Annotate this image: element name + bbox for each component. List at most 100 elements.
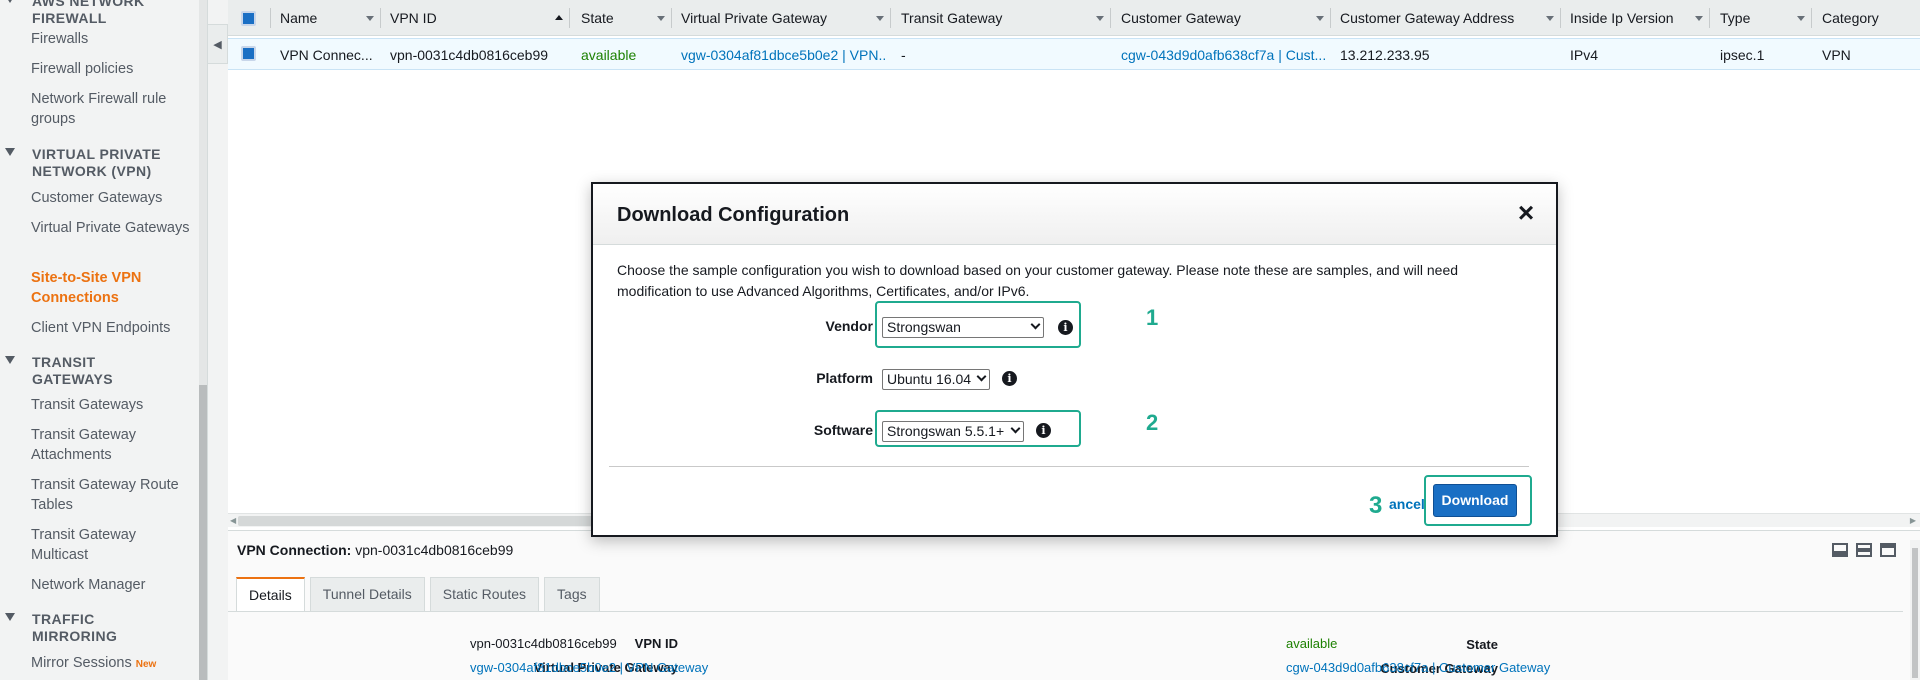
prop-value-state: available	[1286, 636, 1338, 651]
caret-down-icon	[5, 0, 15, 3]
sort-icon[interactable]	[1797, 16, 1805, 21]
tab-static-routes[interactable]: Static Routes	[429, 577, 540, 611]
sidebar-item-site-to-site-vpn[interactable]: Site-to-Site VPN Connections	[31, 268, 196, 308]
column-separator	[380, 8, 381, 28]
sidebar-section-network-firewall[interactable]: AWS NETWORK FIREWALL	[5, 0, 188, 27]
column-header-type[interactable]: Type	[1720, 0, 1800, 36]
column-separator	[1110, 8, 1111, 28]
sidebar-item-firewalls[interactable]: Firewalls	[31, 29, 196, 49]
scroll-left-icon[interactable]: ◀	[230, 516, 236, 525]
sidebar: AWS NETWORK FIREWALL Firewalls Firewall …	[0, 0, 208, 680]
grid-header: Name VPN ID State Virtual Private Gatewa…	[228, 0, 1920, 36]
pane-layout-controls	[1832, 543, 1896, 557]
cell-cgw-link[interactable]: cgw-043d9d0afb638cf7a | Cust...	[1121, 39, 1326, 71]
sidebar-scrollbar-thumb[interactable]	[199, 385, 207, 680]
cell-state: available	[581, 47, 637, 63]
dialog-header: Download Configuration ×	[593, 184, 1556, 245]
tab-details[interactable]: Details	[236, 577, 305, 611]
column-separator	[890, 8, 891, 28]
sidebar-item-transit-gateways[interactable]: Transit Gateways	[31, 395, 196, 415]
column-separator	[1709, 8, 1710, 28]
download-button[interactable]: Download	[1433, 484, 1517, 517]
chevron-down-icon	[976, 371, 987, 382]
cancel-button[interactable]: ancel	[1389, 496, 1425, 512]
column-header-name[interactable]: Name	[280, 0, 370, 36]
new-badge: New	[135, 659, 157, 670]
column-separator	[569, 8, 570, 28]
detail-vertical-scrollbar[interactable]	[1910, 540, 1920, 680]
sidebar-scrollbar[interactable]	[199, 0, 207, 680]
platform-select[interactable]: Ubuntu 16.04	[882, 369, 990, 390]
sidebar-item-mirror-sessions[interactable]: Mirror Sessions New	[31, 653, 196, 675]
caret-down-icon	[5, 613, 15, 621]
column-separator	[1330, 8, 1331, 28]
sort-icon[interactable]	[366, 16, 374, 21]
dialog-divider	[609, 466, 1529, 467]
row-checkbox[interactable]	[241, 46, 256, 61]
sidebar-item-tgw-route-tables[interactable]: Transit Gateway Route Tables	[31, 475, 196, 515]
column-header-tgw[interactable]: Transit Gateway	[901, 0, 1101, 36]
chevron-left-icon: ◀	[213, 38, 222, 51]
annotation-step-2: 2	[1146, 410, 1159, 435]
sidebar-section-transit-gateways[interactable]: TRANSIT GATEWAYS	[5, 354, 188, 388]
sidebar-section-traffic-mirroring[interactable]: TRAFFIC MIRRORING	[5, 611, 188, 645]
vendor-label: Vendor	[825, 318, 873, 334]
column-header-cgw-address[interactable]: Customer Gateway Address	[1340, 0, 1550, 36]
annotation-step-1: 1	[1146, 305, 1159, 330]
tab-tags[interactable]: Tags	[544, 577, 600, 611]
prop-value-vgw-link[interactable]: vgw-0304af81dbce5b0e2 | VPN Gateway	[470, 660, 708, 675]
prop-label-vpn-id: VPN ID	[634, 636, 678, 651]
column-header-vgw[interactable]: Virtual Private Gateway	[681, 0, 881, 36]
vertical-scrollbar-thumb[interactable]	[1912, 548, 1918, 678]
sidebar-item-tgw-multicast[interactable]: Transit Gateway Multicast	[31, 525, 196, 565]
column-separator	[270, 8, 271, 28]
sort-ascending-icon[interactable]	[555, 15, 563, 20]
pane-top-icon[interactable]	[1880, 543, 1896, 557]
column-separator	[1811, 8, 1812, 28]
sidebar-item-client-vpn-endpoints[interactable]: Client VPN Endpoints	[31, 318, 196, 338]
detail-title: VPN Connection: vpn-0031c4db0816ceb99	[237, 542, 514, 558]
sidebar-item-firewall-policies[interactable]: Firewall policies	[31, 59, 196, 79]
detail-pane: VPN Connection: vpn-0031c4db0816ceb99 De…	[228, 530, 1920, 680]
sidebar-item-network-manager[interactable]: Network Manager	[31, 575, 196, 595]
cell-cgw-address: 13.212.233.95	[1340, 47, 1430, 63]
sidebar-item-customer-gateways[interactable]: Customer Gateways	[31, 188, 196, 208]
sort-icon[interactable]	[1695, 16, 1703, 21]
column-separator	[1560, 8, 1561, 28]
sort-icon[interactable]	[1546, 16, 1554, 21]
pane-bottom-icon[interactable]	[1832, 543, 1848, 557]
sidebar-item-tgw-attachments[interactable]: Transit Gateway Attachments	[31, 425, 196, 465]
dialog-title: Download Configuration	[617, 204, 850, 226]
cell-ip-version: IPv4	[1570, 47, 1599, 63]
cell-tgw: -	[901, 47, 906, 63]
sort-icon[interactable]	[657, 16, 665, 21]
column-header-ip-version[interactable]: Inside Ip Version	[1570, 0, 1710, 36]
close-icon[interactable]: ×	[1514, 199, 1538, 227]
cell-name: VPN Connec...	[280, 47, 373, 63]
cell-type: ipsec.1	[1720, 47, 1765, 63]
table-row[interactable]: VPN Connec... vpn-0031c4db0816ceb99 avai…	[228, 38, 1920, 70]
collapse-sidebar-button[interactable]: ◀	[208, 24, 228, 64]
software-label: Software	[813, 422, 873, 438]
select-all-checkbox[interactable]	[241, 11, 256, 26]
scroll-right-icon[interactable]: ▶	[1910, 516, 1916, 525]
sort-icon[interactable]	[876, 16, 884, 21]
sort-icon[interactable]	[1316, 16, 1324, 21]
prop-value-vpn-id: vpn-0031c4db0816ceb99	[470, 636, 617, 651]
sort-icon[interactable]	[1096, 16, 1104, 21]
sidebar-item-firewall-rule-groups[interactable]: Network Firewall rule groups	[31, 89, 196, 129]
tab-tunnel-details[interactable]: Tunnel Details	[309, 577, 425, 611]
sidebar-item-virtual-private-gateways[interactable]: Virtual Private Gateways	[31, 218, 196, 238]
column-header-vpn-id[interactable]: VPN ID	[390, 0, 510, 36]
column-header-category[interactable]: Category	[1822, 0, 1912, 36]
cell-vgw-link[interactable]: vgw-0304af81dbce5b0e2 | VPN...	[681, 39, 886, 71]
prop-value-cgw-link[interactable]: cgw-043d9d0afb638cf7a | Customer Gateway	[1286, 660, 1550, 675]
pane-split-icon[interactable]	[1856, 543, 1872, 557]
platform-info-icon[interactable]: i	[1002, 371, 1017, 386]
cell-category: VPN	[1822, 47, 1851, 63]
column-separator	[671, 8, 672, 28]
platform-label: Platform	[816, 370, 873, 386]
sidebar-section-vpn[interactable]: VIRTUAL PRIVATE NETWORK (VPN)	[5, 146, 188, 180]
column-header-cgw[interactable]: Customer Gateway	[1121, 0, 1301, 36]
detail-tabs: Details Tunnel Details Static Routes Tag…	[236, 577, 600, 611]
